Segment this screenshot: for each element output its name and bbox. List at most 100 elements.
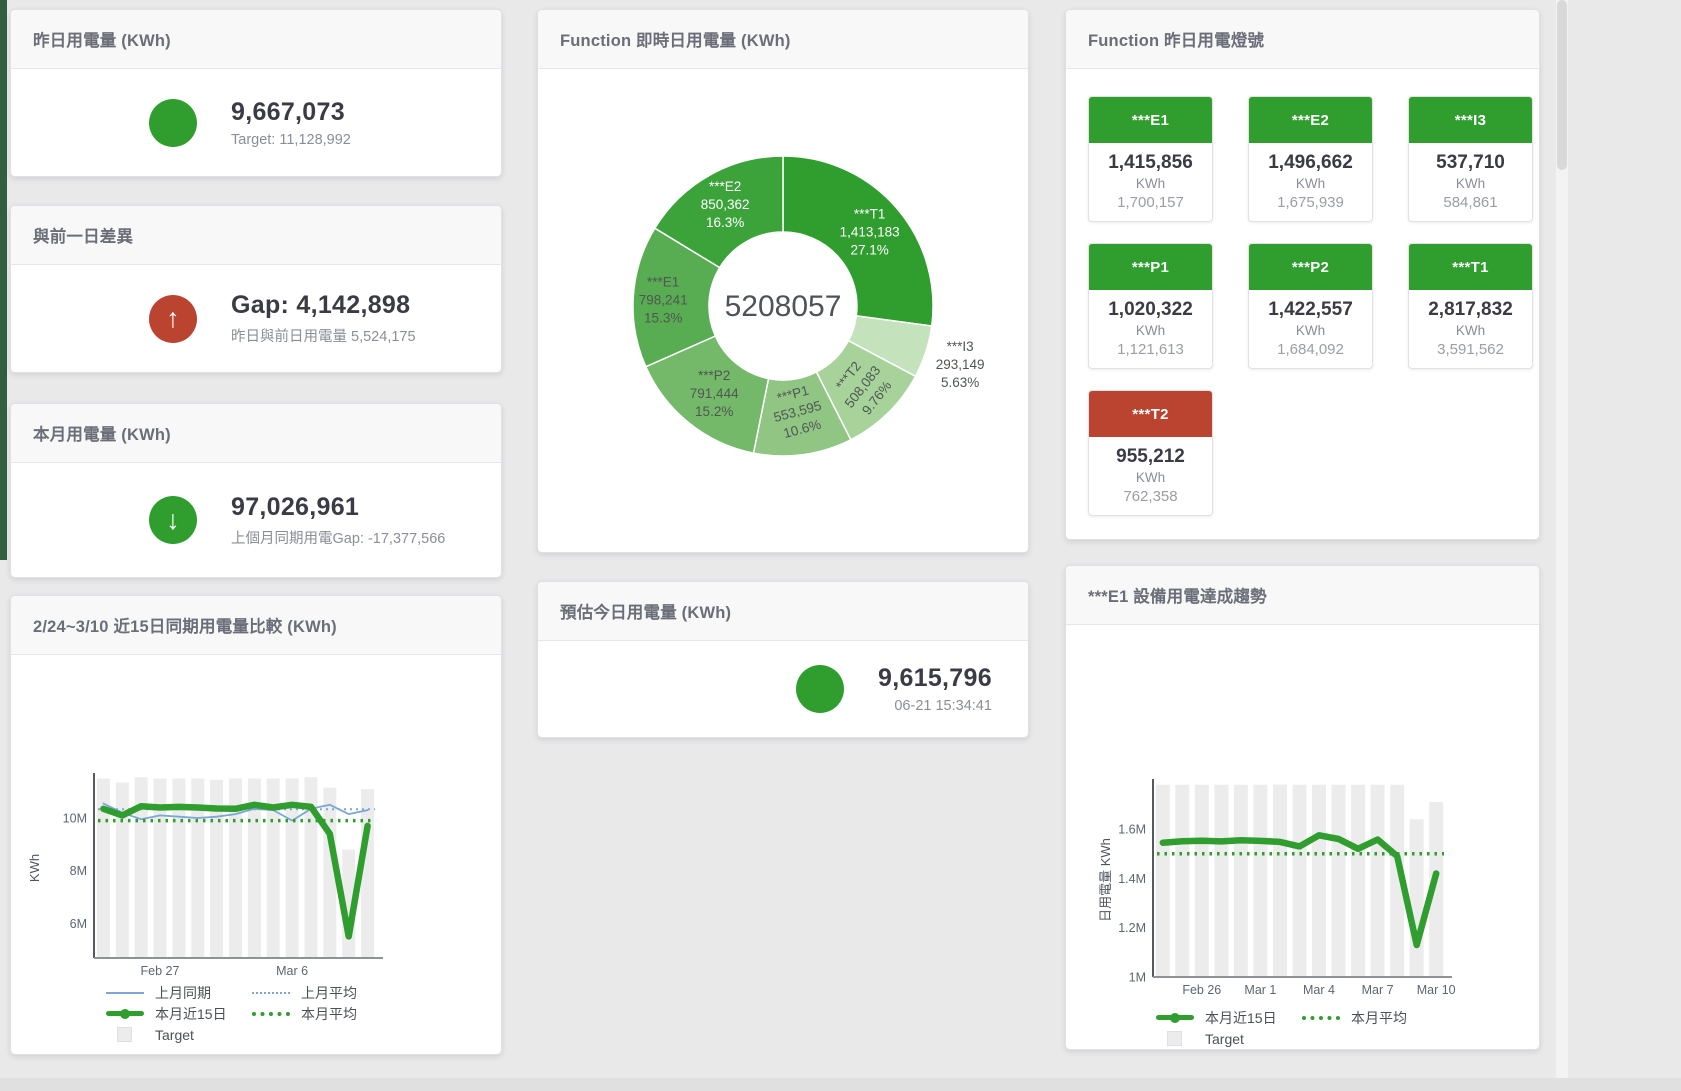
panel-title: Function 即時日用電量 (KWh) xyxy=(560,27,791,51)
tile-unit: KWh xyxy=(1091,176,1210,191)
tile-header: ***T1 xyxy=(1409,244,1532,290)
svg-text:KWh: KWh xyxy=(29,854,42,882)
svg-text:Mar 6: Mar 6 xyxy=(276,964,308,978)
horizontal-scrollbar[interactable] xyxy=(0,1078,1681,1091)
tile-unit: KWh xyxy=(1411,176,1530,191)
legend-label: 本月平均 xyxy=(301,1004,357,1024)
stat-body: 9,667,073 Target: 11,128,992 xyxy=(11,69,501,176)
tile-header: ***P1 xyxy=(1089,244,1212,290)
tile-unit: KWh xyxy=(1411,323,1530,338)
donut-chart-svg: ***T11,413,18327.1%***I3293,1495.63%***T… xyxy=(563,141,1003,471)
tile-value: 1,020,322 xyxy=(1091,299,1210,321)
tile-unit: KWh xyxy=(1091,470,1210,485)
svg-text:6M: 6M xyxy=(70,917,87,931)
compare-chart[interactable]: 6M8M10MFeb 27Mar 6KWh xyxy=(29,768,449,985)
panel-header: 預估今日用電量 (KWh) xyxy=(538,582,1028,641)
legend-item-this-month[interactable]: 本月近15日 xyxy=(106,1004,252,1024)
tile-target: 3,591,562 xyxy=(1411,341,1530,358)
arrow-down-icon: ↓ xyxy=(149,496,197,544)
tile-body: 1,496,662KWh1,675,939 xyxy=(1249,143,1372,221)
stat-subtitle: 昨日與前日用電量 5,524,175 xyxy=(231,325,416,346)
target-swatch-icon xyxy=(1167,1031,1182,1046)
panel-realtime-donut: Function 即時日用電量 (KWh) ***T11,413,18327.1… xyxy=(537,9,1029,553)
tile-unit: KWh xyxy=(1251,176,1370,191)
panel-title: 昨日用電量 (KWh) xyxy=(33,27,171,51)
tile-value: 1,415,856 xyxy=(1091,152,1210,174)
legend-item-this-month[interactable]: 本月近15日 xyxy=(1156,1008,1302,1028)
donut-slice-label: ***I3293,1495.63% xyxy=(936,339,985,390)
tile-header: ***E2 xyxy=(1249,97,1372,143)
vertical-scrollbar-thumb[interactable] xyxy=(1557,0,1567,170)
tile-body: 537,710KWh584,861 xyxy=(1409,143,1532,221)
stat-subtitle: 上個月同期用電Gap: -17,377,566 xyxy=(231,527,445,548)
panel-title: 本月用電量 (KWh) xyxy=(33,421,171,445)
blue-dotted-swatch-icon xyxy=(252,992,290,994)
svg-text:Feb 26: Feb 26 xyxy=(1182,983,1221,997)
stat-value: 9,615,796 xyxy=(878,664,992,693)
legend-item-this-avg[interactable]: 本月平均 xyxy=(1302,1008,1448,1028)
vertical-scrollbar[interactable] xyxy=(1556,0,1568,1078)
svg-text:1.4M: 1.4M xyxy=(1118,872,1146,886)
svg-text:Mar 1: Mar 1 xyxy=(1244,983,1276,997)
stat-value: Gap: 4,142,898 xyxy=(231,291,416,320)
tile-header: ***P2 xyxy=(1249,244,1372,290)
panel-header: Function 昨日用電燈號 xyxy=(1066,10,1539,69)
panel-device-lights: Function 昨日用電燈號 ***E11,415,856KWh1,700,1… xyxy=(1065,9,1540,540)
stat-body: 9,615,796 06-21 15:34:41 xyxy=(538,641,1028,737)
tile-value: 2,817,832 xyxy=(1411,299,1530,321)
tile-target: 1,675,939 xyxy=(1251,194,1370,211)
tile-body: 2,817,832 KWh 3,591,562 xyxy=(1409,290,1532,368)
device-tile-T1[interactable]: ***T1 2,817,832 KWh 3,591,562 xyxy=(1408,243,1533,369)
panel-title: ***E1 設備用電達成趨勢 xyxy=(1088,583,1267,607)
tile-header: ***I3 xyxy=(1409,97,1532,143)
tile-target: 1,121,613 xyxy=(1091,341,1210,358)
panel-header: 2/24~3/10 近15日同期用電量比較 (KWh) xyxy=(11,596,501,655)
panel-header: ***E1 設備用電達成趨勢 xyxy=(1066,566,1539,625)
status-circle-icon xyxy=(149,99,197,147)
tile-value: 955,212 xyxy=(1091,446,1210,468)
panel-month-usage: 本月用電量 (KWh) ↓ 97,026,961 上個月同期用電Gap: -17… xyxy=(10,403,502,578)
legend-label: 本月平均 xyxy=(1351,1008,1407,1028)
panel-header: 本月用電量 (KWh) xyxy=(11,404,501,463)
device-tile-I3[interactable]: ***I3537,710KWh584,861 xyxy=(1408,96,1533,222)
legend-item-this-avg[interactable]: 本月平均 xyxy=(252,1004,398,1024)
tile-target: 762,358 xyxy=(1091,488,1210,505)
tile-body: 955,212 KWh 762,358 xyxy=(1089,437,1212,515)
svg-text:Mar 10: Mar 10 xyxy=(1417,983,1456,997)
legend-label: 本月近15日 xyxy=(155,1004,227,1024)
line-chart-svg: 6M8M10MFeb 27Mar 6KWh xyxy=(29,768,449,980)
tile-unit: KWh xyxy=(1251,323,1370,338)
svg-text:Mar 7: Mar 7 xyxy=(1362,983,1394,997)
legend-item-prev-month[interactable]: 上月同期 xyxy=(106,983,252,1003)
legend-label: Target xyxy=(1205,1031,1244,1047)
trend-chart[interactable]: 1M1.2M1.4M1.6MFeb 26Mar 1Mar 4Mar 7Mar 1… xyxy=(1096,774,1496,1015)
legend-item-target[interactable]: Target xyxy=(106,1027,252,1043)
arrow-up-icon: ↑ xyxy=(149,295,197,343)
compare-chart-legend: 上月同期 上月平均 本月近15日 本月平均 Target xyxy=(106,982,398,1045)
tile-body: 1,020,322KWh1,121,613 xyxy=(1089,290,1212,368)
green-line-swatch-icon xyxy=(1156,1015,1194,1020)
device-tile-P2[interactable]: ***P21,422,557KWh1,684,092 xyxy=(1248,243,1373,369)
device-tile-E1[interactable]: ***E11,415,856KWh1,700,157 xyxy=(1088,96,1213,222)
legend-item-prev-avg[interactable]: 上月平均 xyxy=(252,983,398,1003)
donut-body: ***T11,413,18327.1%***I3293,1495.63%***T… xyxy=(538,69,1028,476)
device-tile-P1[interactable]: ***P11,020,322KWh1,121,613 xyxy=(1088,243,1213,369)
line-chart-svg: 1M1.2M1.4M1.6MFeb 26Mar 1Mar 4Mar 7Mar 1… xyxy=(1096,774,1496,1010)
panel-header: Function 即時日用電量 (KWh) xyxy=(538,10,1028,69)
panel-title: Function 昨日用電燈號 xyxy=(1088,27,1264,51)
stat-body: ↓ 97,026,961 上個月同期用電Gap: -17,377,566 xyxy=(11,463,501,577)
device-tile-E2[interactable]: ***E21,496,662KWh1,675,939 xyxy=(1248,96,1373,222)
status-circle-icon xyxy=(796,665,844,713)
stat-subtitle: Target: 11,128,992 xyxy=(231,132,351,148)
tile-header: ***T2 xyxy=(1089,391,1212,437)
green-dotted-swatch-icon xyxy=(1302,1016,1340,1020)
svg-text:8M: 8M xyxy=(70,864,87,878)
donut-chart[interactable]: ***T11,413,18327.1%***I3293,1495.63%***T… xyxy=(563,141,1003,476)
panel-day-gap: 與前一日差異 ↑ Gap: 4,142,898 昨日與前日用電量 5,524,1… xyxy=(10,205,502,373)
device-tile-T2[interactable]: ***T2 955,212 KWh 762,358 xyxy=(1088,390,1213,516)
legend-item-target[interactable]: Target xyxy=(1156,1031,1302,1047)
legend-label: 上月平均 xyxy=(301,983,357,1003)
green-line-swatch-icon xyxy=(106,1011,144,1016)
panel-header: 與前一日差異 xyxy=(11,206,501,265)
panel-yesterday-usage: 昨日用電量 (KWh) 9,667,073 Target: 11,128,992 xyxy=(10,9,502,177)
